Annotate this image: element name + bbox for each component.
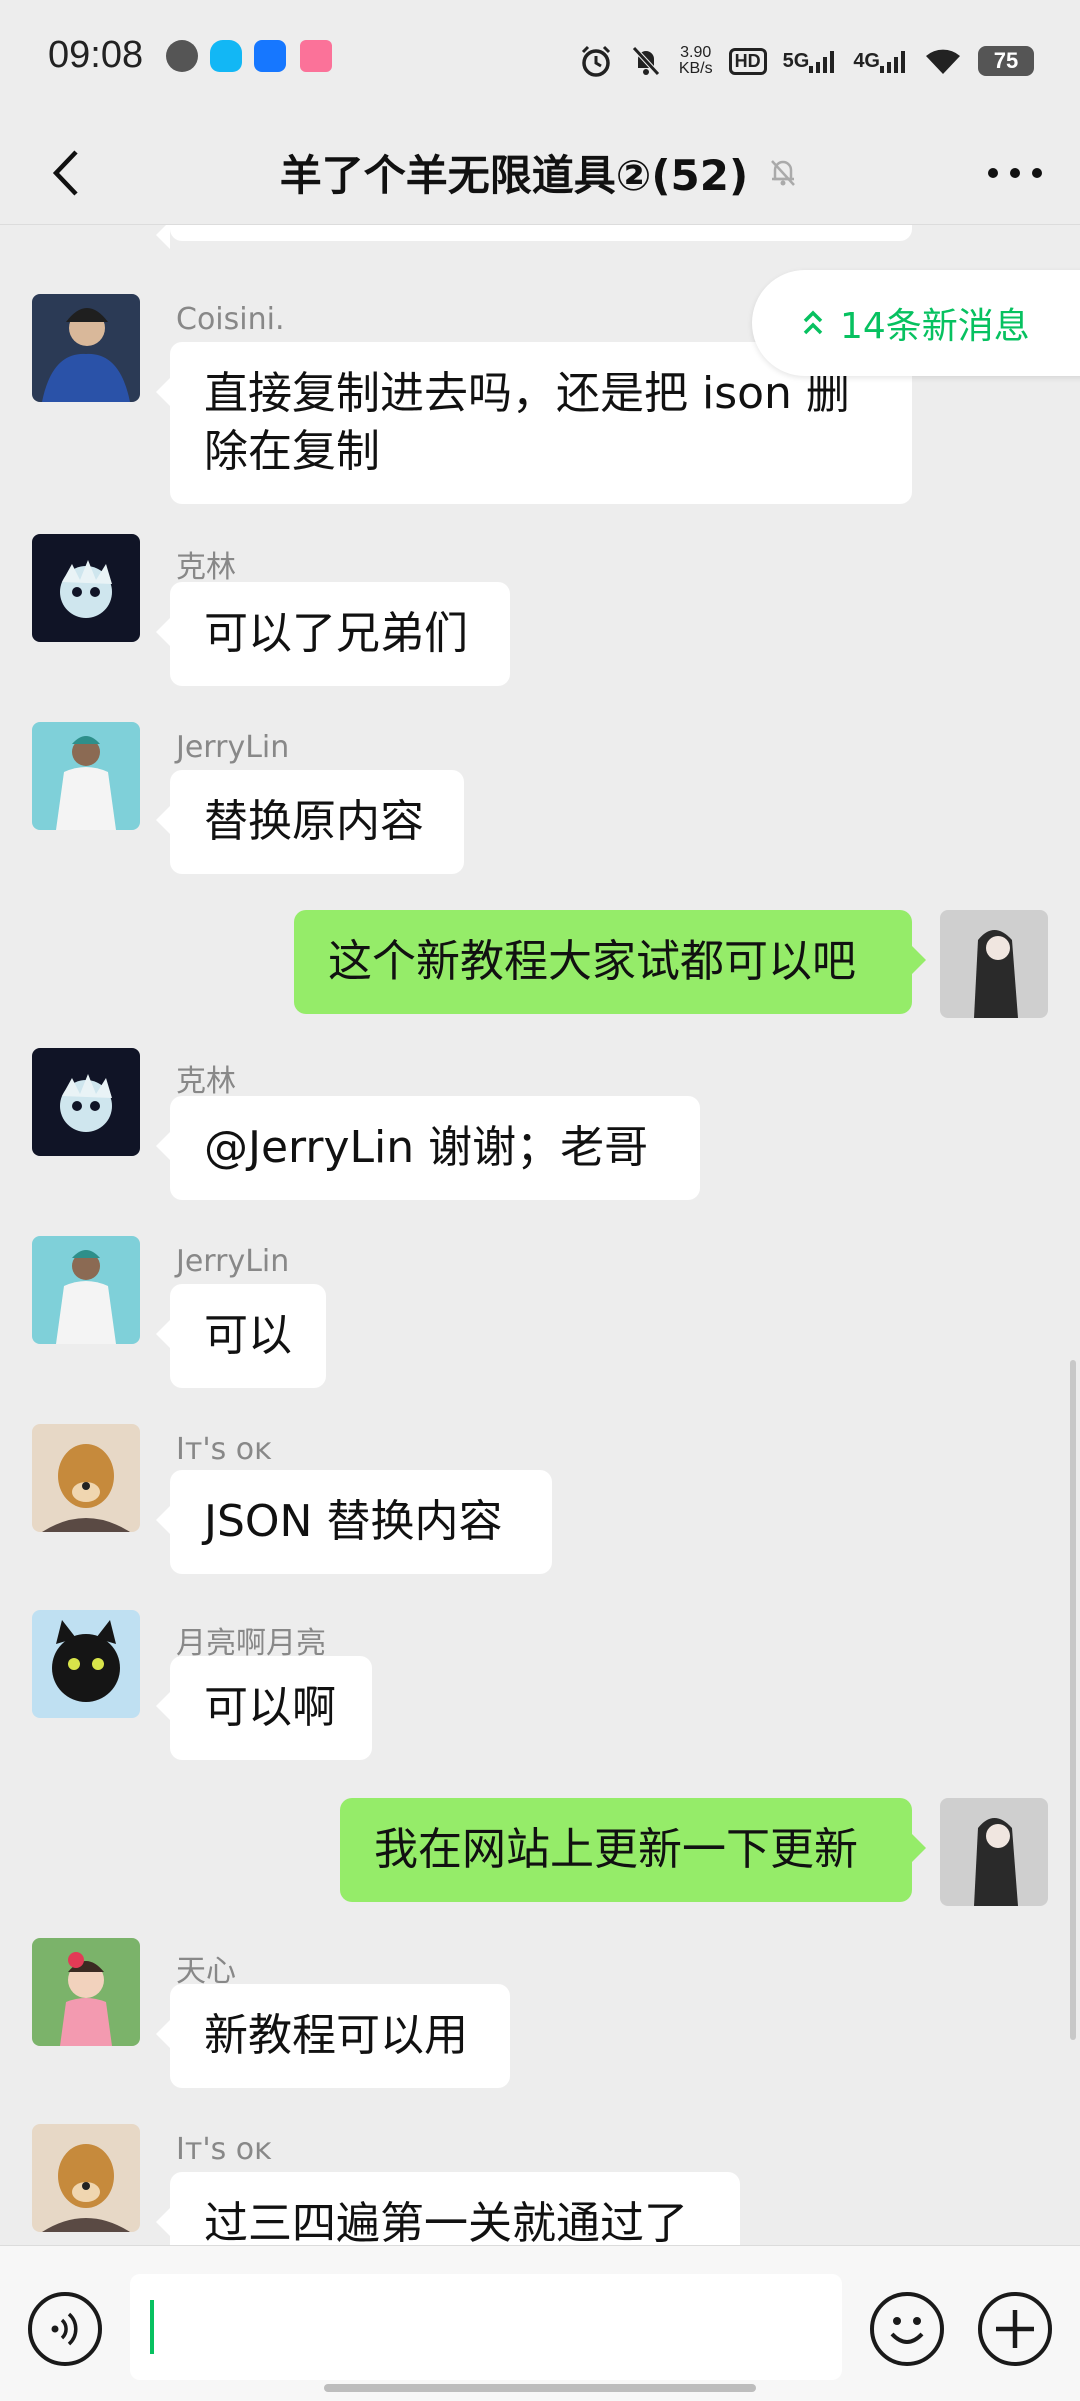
voice-button[interactable] [28,2292,102,2366]
bilibili-icon [300,40,332,72]
status-right-group: 3.90 KB/s HD 5G 4G 75 [579,34,1034,88]
plus-button[interactable] [978,2292,1052,2366]
message-bubble[interactable]: 可以了兄弟们 [156,582,510,686]
chat-header: 羊了个羊无限道具②(52) [0,120,1080,225]
sender-name: Coisini. [176,302,285,337]
avatar-coisini [32,294,140,402]
wifi-icon [926,49,960,74]
title-wrap: 羊了个羊无限道具②(52) [0,120,1080,224]
chevron-left-icon [52,150,78,196]
chat-area[interactable] [0,225,1080,2245]
bell-off-icon [771,160,796,186]
new-messages-label: 14条新消息 [840,306,1030,347]
input-bar [0,2245,1080,2401]
more-button[interactable] [980,138,1050,208]
avatar[interactable] [940,1798,1048,1906]
signal-bars-icon [880,50,905,73]
avatar-kelin [32,534,140,642]
avatar-jerrylin [32,1236,140,1344]
signal-bars-icon [809,50,835,73]
avatar[interactable] [32,1048,140,1156]
sender-name: 克林 [176,1064,236,1099]
avatar[interactable] [32,2124,140,2232]
avatar-jerrylin [32,722,140,830]
plus-icon [996,2310,1034,2348]
qq-icon [210,40,242,72]
scrollbar[interactable] [1070,1360,1076,2040]
avatar[interactable] [32,1938,140,2046]
home-indicator[interactable] [324,2384,756,2392]
voice-icon [51,2312,78,2346]
avatar-tianxin [32,1938,140,2046]
speed-value: 3.90 [680,44,712,61]
previous-message-bubble [156,225,912,249]
new-messages-button[interactable]: 14条新消息 [752,270,1080,376]
sender-name: 克林 [176,550,236,585]
sender-name: Iт's ᴏᴋ [176,2132,272,2167]
message-bubble[interactable]: 可以 [156,1284,326,1388]
more-dots-icon [988,168,1042,178]
avatar[interactable] [32,1610,140,1718]
avatar[interactable] [32,1424,140,1532]
avatar-its-ok [32,1424,140,1532]
message-bubble[interactable]: 我在网站上更新一下更新 [340,1798,926,1902]
browser-icon [254,40,286,72]
signal-4g: 4G [853,50,908,73]
net-5g-label: 5G [782,49,810,72]
emoji-icon [890,2317,924,2344]
signal-5g: 5G [783,50,838,73]
battery-indicator: 75 [978,46,1034,76]
message-bubble[interactable]: 这个新教程大家试都可以吧 [294,910,926,1014]
net-4g-label: 4G [853,49,880,72]
bell-mute-icon [631,46,660,76]
sender-name: JerryLin [176,730,290,765]
sender-name: Iт's ᴏᴋ [176,1432,272,1467]
page-title: 羊了个羊无限道具②(52) [279,150,749,200]
network-speed: 3.90 KB/s [679,45,713,77]
status-bar: 09:08 3.90 KB/s HD 5G 4G 75 [0,0,1080,120]
message-input[interactable] [130,2274,842,2380]
status-time: 09:08 [48,34,144,76]
message-bubble[interactable]: 新教程可以用 [156,1984,510,2088]
message-bubble[interactable]: 可以啊 [156,1656,372,1760]
avatar-its-ok [32,2124,140,2232]
avatar[interactable] [940,910,1048,1018]
avatar[interactable] [32,294,140,402]
avatar[interactable] [32,722,140,830]
avatar-moon [32,1610,140,1718]
avatar-me [940,910,1048,1018]
message-bubble[interactable]: @JerryLin 谢谢；老哥 [156,1096,700,1200]
avatar-kelin [32,1048,140,1156]
avatar[interactable] [32,534,140,642]
message-bubble[interactable]: 替换原内容 [156,770,464,874]
emoji-button[interactable] [870,2292,944,2366]
alarm-icon [581,45,610,77]
hd-badge: HD [728,47,767,75]
speed-unit: KB/s [678,60,713,77]
avatar[interactable] [32,1236,140,1344]
avatar-me [940,1798,1048,1906]
text-caret [150,2300,154,2354]
message-bubble[interactable]: JSON 替换内容 [156,1470,552,1574]
speedometer-icon [166,40,198,72]
sender-name: JerryLin [176,1244,290,1279]
back-button[interactable] [30,138,100,208]
double-chevron-up-icon [803,310,823,335]
